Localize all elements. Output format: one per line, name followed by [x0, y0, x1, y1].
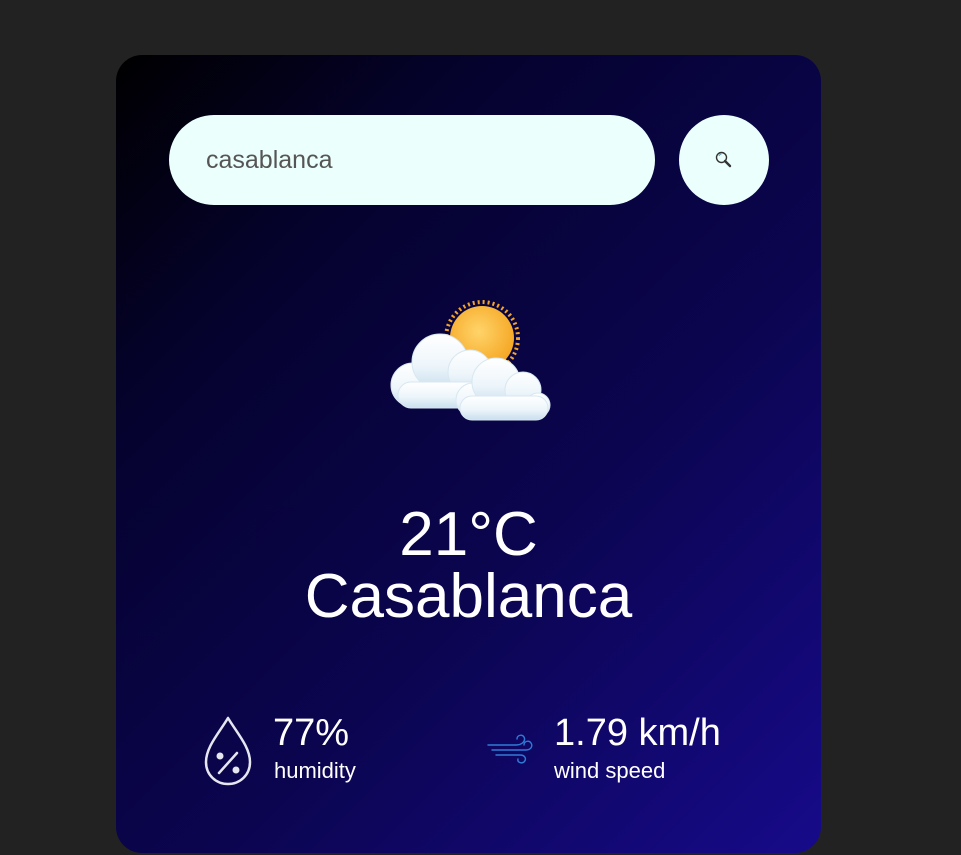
- search-icon: [713, 149, 735, 171]
- wind-speed-label: wind speed: [554, 758, 666, 783]
- city-name: Casablanca: [304, 562, 633, 631]
- search-input[interactable]: [169, 115, 655, 205]
- humidity-icon: [202, 715, 254, 787]
- partly-cloudy-icon: [378, 300, 558, 425]
- wind-speed-value: 1.79 km/h: [554, 712, 721, 754]
- temperature: 21°C: [399, 500, 538, 569]
- wind-icon: [486, 733, 534, 765]
- humidity-label: humidity: [274, 758, 356, 783]
- humidity-value: 77%: [273, 712, 350, 754]
- search-button[interactable]: [679, 115, 769, 205]
- weather-card: 21°C Casablanca 77% humidity 1.79 km/h w…: [116, 55, 821, 853]
